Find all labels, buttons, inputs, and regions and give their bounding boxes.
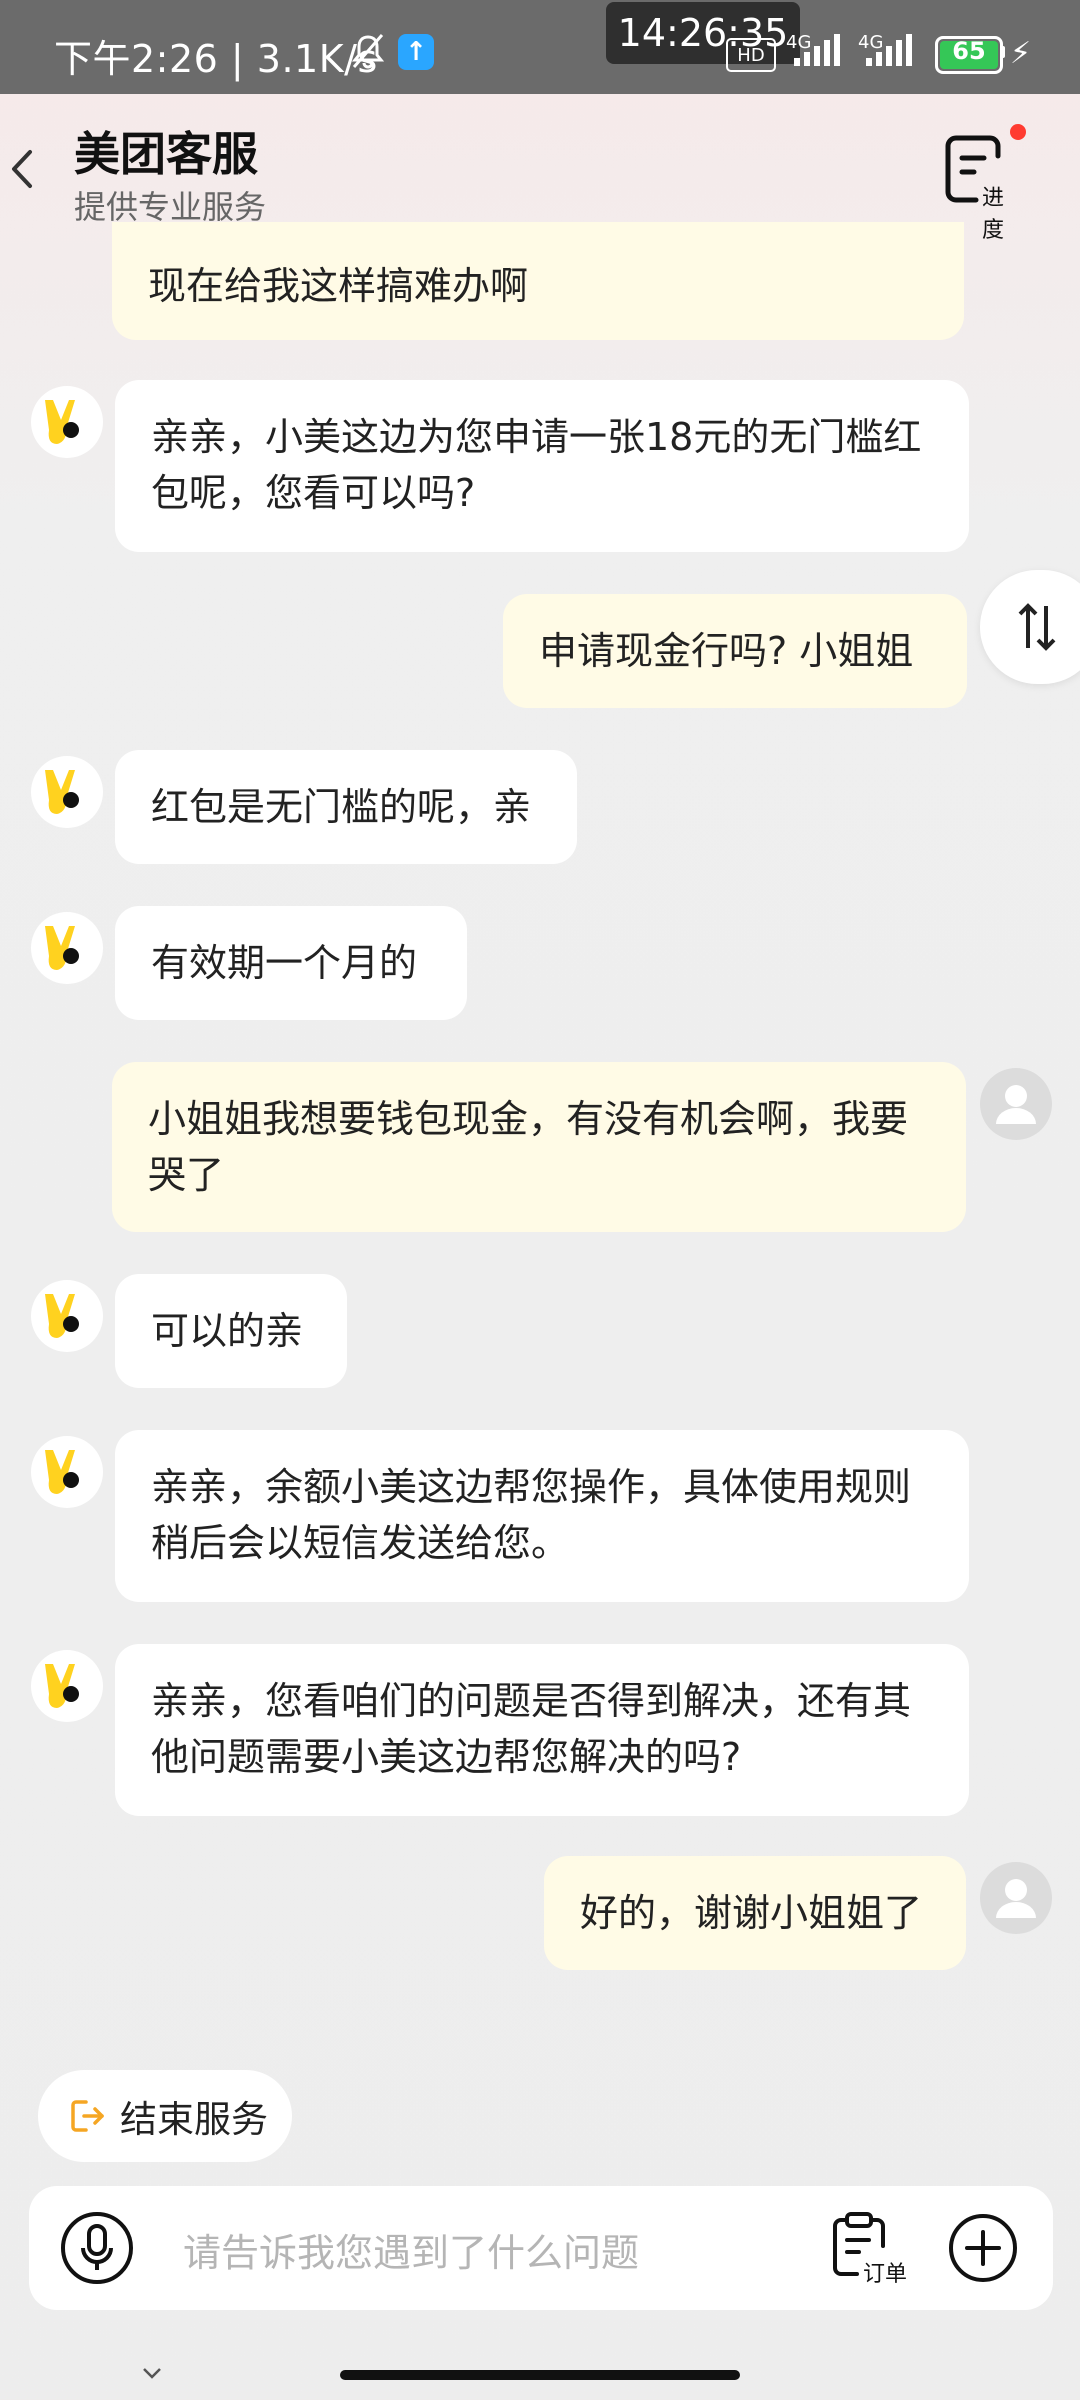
status-time-speed: 下午2:26 | 3.1K/s xyxy=(54,37,378,81)
notification-dot xyxy=(1010,124,1026,140)
signal-icon-2 xyxy=(866,34,912,66)
order-label: 订单 xyxy=(863,2262,908,2287)
exit-icon xyxy=(71,2100,104,2132)
end-service-label: 结束服务 xyxy=(120,2098,268,2141)
bot-avatar xyxy=(31,912,103,984)
person-icon xyxy=(996,1085,1036,1124)
mascot-icon xyxy=(45,1664,79,1708)
mascot-icon xyxy=(45,770,79,814)
progress-label: 进度 xyxy=(982,186,1005,243)
mascot-icon xyxy=(45,400,79,444)
microphone-icon[interactable] xyxy=(59,2210,135,2286)
charging-icon: ⚡ xyxy=(1010,36,1032,71)
mascot-icon xyxy=(45,1294,79,1338)
end-service-button[interactable]: 结束服务 xyxy=(38,2070,292,2162)
chat-bubble-user: 现在给我这样搞难办啊 xyxy=(112,222,964,340)
bot-avatar xyxy=(31,386,103,458)
chat-bubble-bot: 可以的亲 xyxy=(115,1274,347,1388)
collapse-chevron-icon[interactable] xyxy=(142,2366,162,2380)
chat-bubble-user: 小姐姐我想要钱包现金，有没有机会啊，我要哭了 xyxy=(112,1062,966,1232)
swap-vertical-icon xyxy=(1018,603,1056,651)
battery-tip xyxy=(1000,46,1005,58)
battery-level: 65 xyxy=(952,37,986,65)
plus-icon[interactable] xyxy=(947,2212,1019,2284)
scroll-toggle-button[interactable] xyxy=(980,570,1080,684)
home-gesture-bar[interactable] xyxy=(340,2370,740,2380)
bot-avatar xyxy=(31,756,103,828)
page-title: 美团客服 xyxy=(74,127,258,181)
bot-avatar xyxy=(31,1280,103,1352)
chat-bubble-bot: 红包是无门槛的呢，亲 xyxy=(115,750,577,864)
signal-icon-1 xyxy=(794,34,840,66)
user-avatar xyxy=(980,1862,1052,1934)
user-avatar xyxy=(980,1068,1052,1140)
bot-avatar xyxy=(31,1436,103,1508)
progress-button[interactable]: 进度 xyxy=(944,132,1016,243)
upload-notification-icon: ↑ xyxy=(398,34,434,70)
status-bar: 下午2:26 | 3.1K/s ↑ 14:26:35 HD 4G 4G 65 ⚡ xyxy=(0,0,1080,94)
message-input-bar: 请告诉我您遇到了什么问题 订单 xyxy=(29,2186,1053,2310)
chat-bubble-bot: 亲亲，小美这边为您申请一张18元的无门槛红包呢，您看可以吗? xyxy=(115,380,969,552)
bell-off-icon xyxy=(351,34,385,69)
chat-bubble-bot: 亲亲，您看咱们的问题是否得到解决，还有其他问题需要小美这边帮您解决的吗? xyxy=(115,1644,969,1816)
chat-bubble-bot: 亲亲，余额小美这边帮您操作，具体使用规则稍后会以短信发送给您。 xyxy=(115,1430,969,1602)
message-input[interactable]: 请告诉我您遇到了什么问题 xyxy=(183,2222,639,2277)
mascot-icon xyxy=(45,926,79,970)
chat-bubble-bot: 有效期一个月的 xyxy=(115,906,467,1020)
person-icon xyxy=(996,1879,1036,1918)
chat-bubble-user: 好的，谢谢小姐姐了 xyxy=(544,1856,966,1970)
chat-bubble-user: 申请现金行吗? 小姐姐 xyxy=(503,594,967,708)
order-button[interactable]: 订单 xyxy=(829,2210,929,2287)
back-chevron-icon[interactable] xyxy=(4,144,38,194)
battery-icon: 65 xyxy=(935,36,1003,74)
hd-icon: HD xyxy=(726,38,776,72)
bot-avatar xyxy=(31,1650,103,1722)
mascot-icon xyxy=(45,1450,79,1494)
